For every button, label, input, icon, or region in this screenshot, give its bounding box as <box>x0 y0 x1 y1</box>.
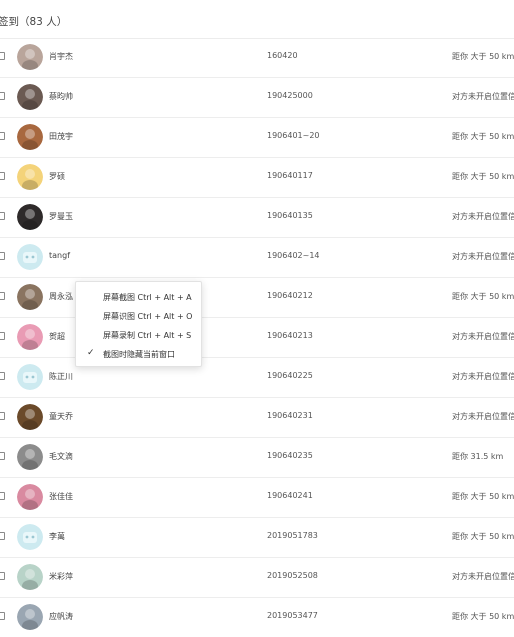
avatar <box>17 444 43 470</box>
table-row[interactable]: 田茂宇 1906401~20 距你 大于 50 km <box>0 118 514 158</box>
student-name: 应帆涛 <box>49 612 73 621</box>
row-checkbox[interactable] <box>0 132 5 140</box>
student-name: 肖宇杰 <box>49 52 73 61</box>
distance-text: 距你 大于 50 km <box>452 292 514 301</box>
student-id: 190640212 <box>267 291 313 300</box>
row-checkbox[interactable] <box>0 372 5 380</box>
row-checkbox[interactable] <box>0 172 5 180</box>
table-row[interactable]: 蔡昀帅 190425000 对方未开启位置信 <box>0 78 514 118</box>
avatar <box>17 364 43 390</box>
student-id: 190425000 <box>267 91 313 100</box>
table-row[interactable]: 毛文滴 190640235 距你 31.5 km <box>0 438 514 478</box>
student-name: 陈正川 <box>49 372 73 381</box>
student-id: 190640241 <box>267 491 313 500</box>
row-checkbox[interactable] <box>0 92 5 100</box>
student-id: 190640213 <box>267 331 313 340</box>
distance-text: 对方未开启位置信 <box>452 212 514 221</box>
table-row[interactable]: tangf 1906402~14 对方未开启位置信 <box>0 238 514 278</box>
student-name: 蔡昀帅 <box>49 92 73 101</box>
avatar <box>17 44 43 70</box>
table-row[interactable]: 张佳佳 190640241 距你 大于 50 km <box>0 478 514 518</box>
context-menu-item[interactable]: 屏幕识图 Ctrl + Alt + O <box>76 307 203 326</box>
student-id: 2019051783 <box>267 531 318 540</box>
avatar <box>17 164 43 190</box>
distance-text: 距你 31.5 km <box>452 452 504 461</box>
student-name: 张佳佳 <box>49 492 73 501</box>
row-checkbox[interactable] <box>0 252 5 260</box>
row-checkbox[interactable] <box>0 212 5 220</box>
avatar <box>17 284 43 310</box>
avatar <box>17 564 43 590</box>
table-row[interactable]: 童天乔 190640231 对方未开启位置信 <box>0 398 514 438</box>
student-id: 2019053477 <box>267 611 318 620</box>
student-name: 罗曼玉 <box>49 212 73 221</box>
student-id: 1906402~14 <box>267 251 320 260</box>
student-name: tangf <box>49 251 71 260</box>
context-menu-item-label: 截图时隐藏当前窗口 <box>103 350 175 359</box>
context-menu: 屏幕截图 Ctrl + Alt + A 屏幕识图 Ctrl + Alt + O 屏幕… <box>75 281 202 367</box>
avatar <box>17 604 43 630</box>
student-id: 190640235 <box>267 451 313 460</box>
student-id: 190640231 <box>267 411 313 420</box>
student-name: 毛文滴 <box>49 452 73 461</box>
distance-text: 距你 大于 50 km <box>452 52 514 61</box>
avatar <box>17 404 43 430</box>
student-name: 罗硕 <box>49 172 65 181</box>
avatar <box>17 484 43 510</box>
table-row[interactable]: 米彩萍 2019052508 对方未开启位置信 <box>0 558 514 598</box>
avatar <box>17 124 43 150</box>
student-name: 米彩萍 <box>49 572 73 581</box>
table-row[interactable]: 李萬 2019051783 距你 大于 50 km <box>0 518 514 558</box>
distance-text: 距你 大于 50 km <box>452 532 514 541</box>
avatar <box>17 204 43 230</box>
avatar <box>17 524 43 550</box>
student-name: 童天乔 <box>49 412 73 421</box>
avatar <box>17 84 43 110</box>
student-id: 160420 <box>267 51 298 60</box>
row-checkbox[interactable] <box>0 492 5 500</box>
row-checkbox[interactable] <box>0 572 5 580</box>
student-name: 周永泓 <box>49 292 73 301</box>
distance-text: 距你 大于 50 km <box>452 132 514 141</box>
student-name: 李萬 <box>49 532 65 541</box>
student-id: 190640225 <box>267 371 313 380</box>
row-checkbox[interactable] <box>0 332 5 340</box>
row-checkbox[interactable] <box>0 412 5 420</box>
student-name: 田茂宇 <box>49 132 73 141</box>
context-menu-item[interactable]: 屏幕截图 Ctrl + Alt + A <box>76 288 203 307</box>
page-header: 签到（83 人） <box>0 0 514 39</box>
distance-text: 对方未开启位置信 <box>452 332 514 341</box>
distance-text: 对方未开启位置信 <box>452 572 514 581</box>
avatar <box>17 244 43 270</box>
context-menu-item[interactable]: ✓ 截图时隐藏当前窗口 <box>76 345 203 364</box>
context-menu-item-label: 屏幕识图 Ctrl + Alt + O <box>103 312 193 321</box>
row-checkbox[interactable] <box>0 52 5 60</box>
row-checkbox[interactable] <box>0 532 5 540</box>
table-row[interactable]: 应帆涛 2019053477 距你 大于 50 km <box>0 598 514 637</box>
checkmark-icon: ✓ <box>87 348 95 358</box>
student-id: 190640135 <box>267 211 313 220</box>
row-checkbox[interactable] <box>0 292 5 300</box>
student-id: 190640117 <box>267 171 313 180</box>
distance-text: 对方未开启位置信 <box>452 372 514 381</box>
distance-text: 对方未开启位置信 <box>452 92 514 101</box>
distance-text: 距你 大于 50 km <box>452 612 514 621</box>
distance-text: 对方未开启位置信 <box>452 412 514 421</box>
table-row[interactable]: 罗曼玉 190640135 对方未开启位置信 <box>0 198 514 238</box>
student-id: 2019052508 <box>267 571 318 580</box>
context-menu-item-label: 屏幕录制 Ctrl + Alt + S <box>103 331 192 340</box>
distance-text: 对方未开启位置信 <box>452 252 514 261</box>
row-checkbox[interactable] <box>0 452 5 460</box>
student-id: 1906401~20 <box>267 131 320 140</box>
table-row[interactable]: 罗硕 190640117 距你 大于 50 km <box>0 158 514 198</box>
context-menu-item[interactable]: 屏幕录制 Ctrl + Alt + S <box>76 326 203 345</box>
distance-text: 距你 大于 50 km <box>452 492 514 501</box>
distance-text: 距你 大于 50 km <box>452 172 514 181</box>
page-title: 签到（83 人） <box>0 16 68 28</box>
table-row[interactable]: 肖宇杰 160420 距你 大于 50 km <box>0 38 514 78</box>
avatar <box>17 324 43 350</box>
student-name: 贺超 <box>49 332 65 341</box>
row-checkbox[interactable] <box>0 612 5 620</box>
context-menu-item-label: 屏幕截图 Ctrl + Alt + A <box>103 293 192 302</box>
